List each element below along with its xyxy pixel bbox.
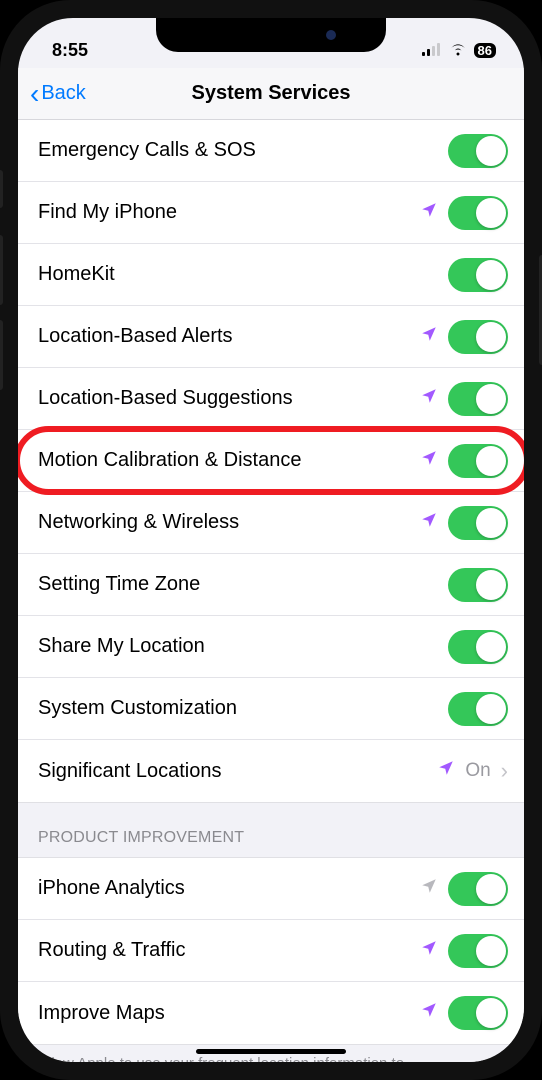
row-trail — [448, 134, 508, 168]
services-group: Emergency Calls & SOS Find My iPhone HomeK… — [18, 120, 524, 803]
volume-down-button — [0, 320, 3, 390]
location-arrow-icon — [420, 877, 438, 901]
settings-row-significant-locations[interactable]: Significant Locations On › — [18, 740, 524, 802]
settings-row-location-based-suggestions: Location-Based Suggestions — [18, 368, 524, 430]
location-arrow-icon — [437, 759, 455, 783]
location-arrow-icon — [420, 201, 438, 225]
side-button — [0, 170, 3, 208]
toggle-switch[interactable] — [448, 258, 508, 292]
row-trail — [448, 568, 508, 602]
wifi-icon — [448, 40, 468, 61]
section-header: PRODUCT IMPROVEMENT — [18, 803, 524, 857]
row-label: Motion Calibration & Distance — [38, 449, 420, 472]
row-trail — [420, 996, 508, 1030]
location-arrow-icon — [420, 939, 438, 963]
location-arrow-icon — [420, 449, 438, 473]
toggle-switch[interactable] — [448, 320, 508, 354]
chevron-left-icon: ‹ — [30, 80, 39, 108]
row-label: Location-Based Suggestions — [38, 387, 420, 410]
row-trail — [420, 382, 508, 416]
toggle-switch[interactable] — [448, 506, 508, 540]
toggle-switch[interactable] — [448, 872, 508, 906]
settings-row-iphone-analytics: iPhone Analytics — [18, 858, 524, 920]
row-label: Improve Maps — [38, 1002, 420, 1025]
location-arrow-icon — [420, 387, 438, 411]
row-trail — [448, 258, 508, 292]
row-label: System Customization — [38, 697, 448, 720]
row-label: iPhone Analytics — [38, 877, 420, 900]
row-label: Location-Based Alerts — [38, 325, 420, 348]
toggle-switch[interactable] — [448, 568, 508, 602]
home-indicator[interactable] — [196, 1049, 346, 1054]
row-detail: On — [465, 760, 490, 782]
row-trail — [420, 872, 508, 906]
back-button[interactable]: ‹ Back — [30, 80, 86, 108]
toggle-switch[interactable] — [448, 382, 508, 416]
row-label: Significant Locations — [38, 760, 437, 783]
content-scroll[interactable]: Emergency Calls & SOS Find My iPhone HomeK… — [18, 120, 524, 1062]
row-trail — [448, 692, 508, 726]
row-label: HomeKit — [38, 263, 448, 286]
toggle-switch[interactable] — [448, 196, 508, 230]
row-trail — [420, 196, 508, 230]
toggle-switch[interactable] — [448, 630, 508, 664]
settings-row-location-based-alerts: Location-Based Alerts — [18, 306, 524, 368]
location-arrow-icon — [420, 511, 438, 535]
row-trail — [420, 934, 508, 968]
settings-row-system-customization: System Customization — [18, 678, 524, 740]
row-label: Find My iPhone — [38, 201, 420, 224]
row-trail — [448, 630, 508, 664]
row-label: Routing & Traffic — [38, 939, 420, 962]
row-trail — [420, 444, 508, 478]
phone-frame: 8:55 86 ‹ Back System Services Emergency… — [0, 0, 542, 1080]
settings-row-share-my-location: Share My Location — [18, 616, 524, 678]
toggle-switch[interactable] — [448, 934, 508, 968]
row-label: Share My Location — [38, 635, 448, 658]
volume-up-button — [0, 235, 3, 305]
toggle-switch[interactable] — [448, 444, 508, 478]
chevron-right-icon: › — [501, 758, 508, 784]
settings-row-improve-maps: Improve Maps — [18, 982, 524, 1044]
settings-row-homekit: HomeKit — [18, 244, 524, 306]
settings-row-motion-calibration-distance: Motion Calibration & Distance — [18, 430, 524, 492]
back-label: Back — [41, 82, 85, 105]
improvement-group: iPhone Analytics Routing & Traffic Improve… — [18, 857, 524, 1045]
battery-indicator: 86 — [474, 43, 496, 58]
nav-bar: ‹ Back System Services — [18, 68, 524, 120]
notch — [156, 18, 386, 52]
location-arrow-icon — [420, 1001, 438, 1025]
status-right: 86 — [422, 40, 496, 61]
row-trail: On › — [437, 758, 508, 784]
row-label: Setting Time Zone — [38, 573, 448, 596]
toggle-switch[interactable] — [448, 134, 508, 168]
row-trail — [420, 506, 508, 540]
toggle-switch[interactable] — [448, 996, 508, 1030]
settings-row-emergency-calls-sos: Emergency Calls & SOS — [18, 120, 524, 182]
row-label: Networking & Wireless — [38, 511, 420, 534]
cellular-icon — [422, 40, 442, 61]
settings-row-networking-wireless: Networking & Wireless — [18, 492, 524, 554]
location-arrow-icon — [420, 325, 438, 349]
settings-row-setting-time-zone: Setting Time Zone — [18, 554, 524, 616]
toggle-switch[interactable] — [448, 692, 508, 726]
row-trail — [420, 320, 508, 354]
settings-row-find-my-iphone: Find My iPhone — [18, 182, 524, 244]
row-label: Emergency Calls & SOS — [38, 139, 448, 162]
screen: 8:55 86 ‹ Back System Services Emergency… — [18, 18, 524, 1062]
page-title: System Services — [18, 82, 524, 105]
status-time: 8:55 — [52, 40, 88, 61]
settings-row-routing-traffic: Routing & Traffic — [18, 920, 524, 982]
